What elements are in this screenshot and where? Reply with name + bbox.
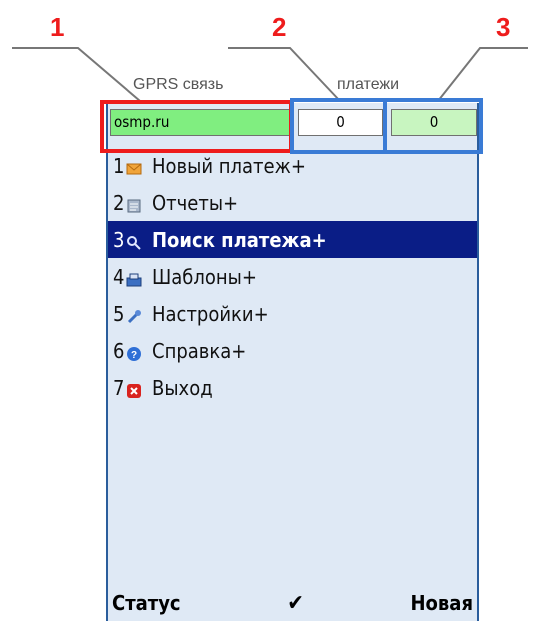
callout-2-line (228, 47, 341, 102)
highlight-box-1 (100, 100, 293, 153)
menu-item-number: 1 (113, 153, 125, 178)
softkey-status[interactable]: Статус (112, 591, 181, 615)
menu-item-label: Новый платеж+ (152, 153, 306, 178)
menu-item-number: 5 (113, 301, 125, 326)
highlight-box-2 (290, 98, 387, 154)
envelope-icon (126, 158, 142, 174)
search-icon (126, 232, 142, 250)
phone-screen: osmp.ru 0 0 1 Новый платеж+ 2 Отчеты+ 3 … (106, 103, 479, 621)
menu-item-search-payment[interactable]: 3 Поиск платежа+ (108, 221, 477, 258)
help-icon: ? (126, 343, 142, 361)
svg-text:?: ? (131, 350, 137, 361)
menu-item-number: 7 (113, 375, 125, 400)
menu-item-label: Настройки+ (152, 301, 269, 326)
templates-icon (126, 269, 142, 286)
report-icon (126, 195, 142, 212)
settings-icon (126, 306, 142, 323)
callout-1-line (12, 47, 141, 102)
menu-item-number: 4 (113, 264, 125, 289)
menu-item-settings[interactable]: 5 Настройки+ (108, 295, 477, 332)
callout-3-line (437, 47, 528, 102)
highlight-box-3 (383, 98, 483, 154)
menu-item-number: 2 (113, 190, 125, 215)
menu-item-number: 6 (113, 338, 125, 363)
menu-item-label: Справка+ (152, 338, 247, 363)
softkey-new[interactable]: Новая (411, 591, 474, 615)
softkey-bar: Статус ✔ Новая (108, 585, 477, 621)
menu-item-exit[interactable]: 7 Выход (108, 369, 477, 406)
menu-item-label: Поиск платежа+ (152, 227, 327, 252)
softkey-select-checkmark[interactable]: ✔ (287, 591, 304, 616)
menu-item-number: 3 (113, 227, 125, 252)
main-menu: 1 Новый платеж+ 2 Отчеты+ 3 Поиск платеж… (108, 147, 477, 406)
menu-item-reports[interactable]: 2 Отчеты+ (108, 184, 477, 221)
menu-item-label: Выход (152, 375, 213, 400)
menu-item-label: Шаблоны+ (152, 264, 257, 289)
exit-icon (126, 380, 142, 398)
payments-caption: платежи (337, 76, 400, 93)
menu-item-help[interactable]: 6 ? Справка+ (108, 332, 477, 369)
menu-item-label: Отчеты+ (152, 190, 239, 215)
menu-item-templates[interactable]: 4 Шаблоны+ (108, 258, 477, 295)
gprs-caption: GPRS связь (133, 76, 224, 93)
